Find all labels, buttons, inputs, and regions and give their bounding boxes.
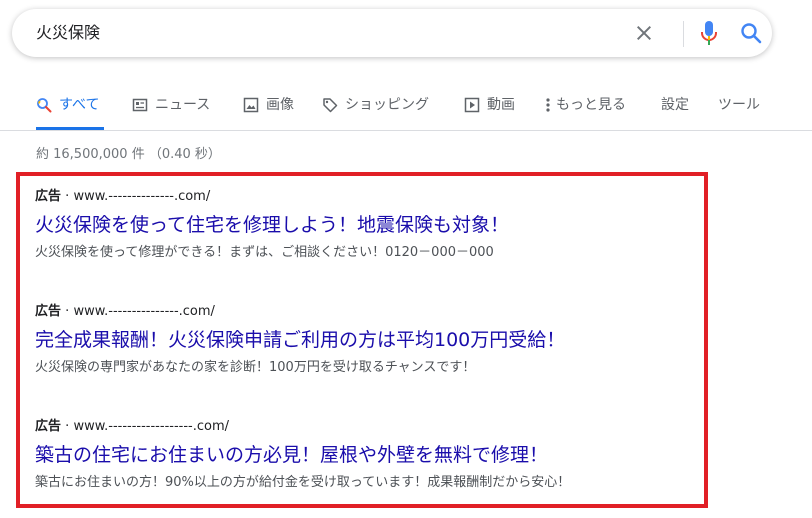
ad-badge: 広告 [35, 304, 62, 319]
ad-meta: 広告 · www.---------------.com/ [35, 303, 695, 321]
tab-images-label: 画像 [266, 97, 294, 113]
search-icon[interactable] [739, 21, 763, 45]
tab-tools[interactable]: ツール [718, 94, 760, 116]
search-divider [683, 21, 684, 47]
search-input[interactable] [36, 21, 596, 45]
ad-separator: · [65, 189, 70, 204]
ad-url[interactable]: www.------------------.com/ [73, 419, 229, 434]
play-icon [464, 97, 480, 113]
ad-separator: · [65, 304, 70, 319]
ad-result: 広告 · www.------------------.com/ 築古の住宅にお… [35, 418, 695, 493]
search-box[interactable] [12, 9, 772, 57]
ad-badge: 広告 [35, 419, 62, 434]
tab-all[interactable]: すべて [36, 94, 99, 116]
tab-more[interactable]: もっと見る [545, 94, 626, 116]
image-icon [243, 97, 259, 113]
tag-icon [323, 98, 338, 113]
tab-news-label: ニュース [155, 97, 211, 113]
tab-shopping[interactable]: ショッピング [322, 94, 429, 116]
tab-settings[interactable]: 設定 [661, 94, 689, 116]
search-icon [37, 98, 52, 113]
clear-icon[interactable] [632, 21, 656, 45]
tabs-divider [0, 130, 812, 131]
ad-description: 築古にお住まいの方！90%以上の方が給付金を受け取っています！成果報酬制だから安… [35, 475, 571, 490]
tab-videos-label: 動画 [487, 97, 515, 113]
ad-title-link[interactable]: 火災保険を使って住宅を修理しよう！地震保険も対象！ [35, 212, 695, 238]
tab-all-label: すべて [59, 97, 100, 113]
more-vert-icon [546, 98, 550, 112]
ad-meta: 広告 · www.--------------.com/ [35, 188, 695, 206]
tab-more-label: もっと見る [556, 97, 626, 113]
result-stats: 約 16,500,000 件 （0.40 秒） [36, 147, 221, 162]
ad-title-link[interactable]: 完全成果報酬！火災保険申請ご利用の方は平均100万円受給！ [35, 327, 695, 353]
ad-description: 火災保険を使って修理ができる！まずは、ご相談ください！0120－000－000 [35, 245, 494, 260]
ad-url[interactable]: www.--------------.com/ [73, 189, 210, 204]
ad-description: 火災保険の専門家があなたの家を診断！100万円を受け取るチャンスです！ [35, 360, 476, 375]
tab-videos[interactable]: 動画 [464, 94, 515, 116]
microphone-icon[interactable] [697, 19, 721, 47]
tab-shopping-label: ショッピング [345, 97, 429, 113]
tab-tools-label: ツール [718, 97, 760, 113]
tab-news[interactable]: ニュース [132, 94, 210, 116]
tab-images[interactable]: 画像 [243, 94, 294, 116]
ad-title-link[interactable]: 築古の住宅にお住まいの方必見！屋根や外壁を無料で修理！ [35, 442, 695, 468]
tab-settings-label: 設定 [661, 97, 689, 113]
ad-result: 広告 · www.--------------.com/ 火災保険を使って住宅を… [35, 188, 695, 263]
search-tabs: すべて ニュース 画像 ショッピング 動画 もっと見る 設定 ツール [0, 80, 812, 130]
ad-badge: 広告 [35, 189, 62, 204]
ad-meta: 広告 · www.------------------.com/ [35, 418, 695, 436]
ad-result: 広告 · www.---------------.com/ 完全成果報酬！火災保… [35, 303, 695, 378]
news-icon [132, 98, 148, 112]
ad-url[interactable]: www.---------------.com/ [73, 304, 214, 319]
ad-separator: · [65, 419, 70, 434]
